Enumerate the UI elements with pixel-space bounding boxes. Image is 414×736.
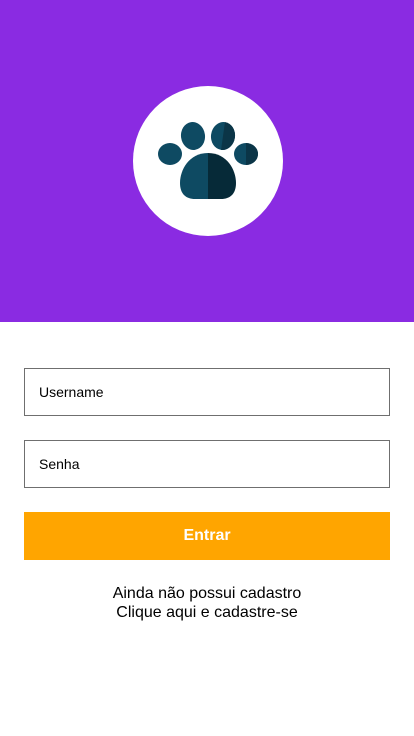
signup-prompt: Ainda não possui cadastro Clique aqui e …	[0, 584, 414, 622]
login-button[interactable]: Entrar	[24, 512, 390, 560]
username-input[interactable]	[24, 368, 390, 416]
paw-icon	[158, 122, 258, 199]
logo-badge	[133, 86, 283, 236]
password-input[interactable]	[24, 440, 390, 488]
login-screen: Entrar Ainda não possui cadastro Clique …	[0, 0, 414, 736]
signup-link[interactable]: Clique aqui e cadastre-se	[0, 603, 414, 622]
header-banner	[0, 0, 414, 322]
signup-prompt-text: Ainda não possui cadastro	[112, 585, 302, 602]
